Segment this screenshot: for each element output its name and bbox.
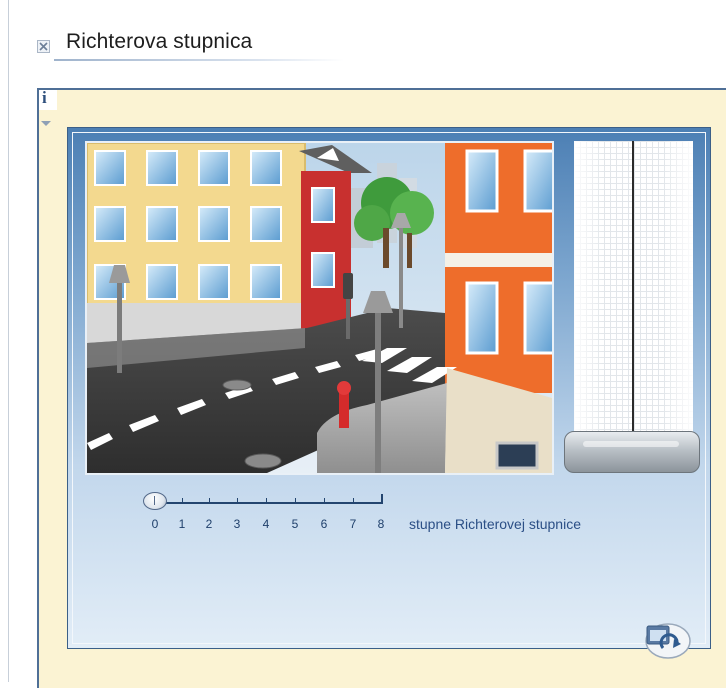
slider-tick-label: 5 bbox=[291, 517, 299, 531]
slider-tick-label: 4 bbox=[262, 517, 270, 531]
slider-tick-label: 6 bbox=[320, 517, 328, 531]
slider-tick-label: 2 bbox=[205, 517, 213, 531]
seismograph-trace bbox=[632, 141, 634, 433]
slider-tick bbox=[182, 498, 183, 503]
slider-caption: stupne Richterovej stupnice bbox=[409, 516, 581, 532]
slider-tick-label: 0 bbox=[151, 517, 159, 531]
slider-tick bbox=[353, 498, 354, 503]
street-scene-image bbox=[85, 141, 554, 475]
slider-tick bbox=[295, 498, 296, 503]
info-icon[interactable]: i bbox=[37, 88, 57, 110]
info-label: i bbox=[42, 88, 47, 107]
slider-tick-label: 3 bbox=[233, 517, 241, 531]
left-divider bbox=[8, 0, 9, 682]
reset-button[interactable] bbox=[641, 618, 691, 660]
refresh-icon bbox=[645, 623, 691, 659]
slider-tick bbox=[381, 498, 382, 503]
close-icon[interactable] bbox=[37, 40, 50, 53]
chevron-down-icon[interactable] bbox=[41, 121, 51, 126]
slider-tick-label: 7 bbox=[349, 517, 357, 531]
slider-tick-label: 1 bbox=[178, 517, 186, 531]
title-underline bbox=[54, 59, 344, 61]
seismograph-drum bbox=[564, 431, 700, 473]
magnitude-slider-track[interactable] bbox=[152, 502, 383, 504]
page-title: Richterova stupnica bbox=[66, 30, 253, 53]
slider-tick bbox=[324, 498, 325, 503]
slider-tick bbox=[266, 498, 267, 503]
slider-tick bbox=[237, 498, 238, 503]
magnitude-slider-thumb[interactable] bbox=[143, 492, 167, 510]
slider-tick bbox=[209, 498, 210, 503]
slider-tick-label: 8 bbox=[377, 517, 385, 531]
